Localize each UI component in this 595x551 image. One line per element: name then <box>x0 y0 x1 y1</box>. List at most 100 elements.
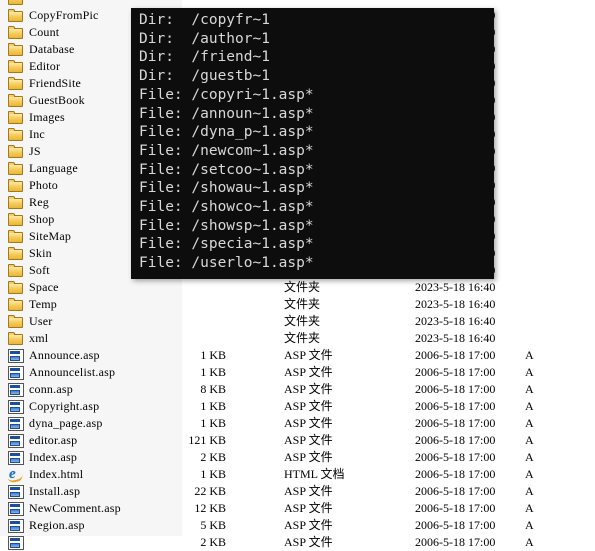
file-size-cell: 1 KB <box>200 348 226 362</box>
file-type-cell: ASP 文件 <box>284 348 333 362</box>
table-row[interactable]: xml 文件夹 2023-5-18 16:40 <box>0 330 595 347</box>
file-attribute-cell: A <box>525 518 534 532</box>
file-size-cell: 8 KB <box>200 382 226 396</box>
internet-explorer-icon <box>8 466 24 483</box>
file-size-cell: 5 KB <box>200 518 226 532</box>
table-row[interactable]: User 文件夹 2023-5-18 16:40 <box>0 313 595 330</box>
table-row[interactable]: editor.asp 121 KB ASP 文件 2006-5-18 17:00 A <box>0 432 595 449</box>
asp-file-icon <box>8 433 24 448</box>
file-size-cell: 1 KB <box>200 416 226 430</box>
folder-icon <box>8 25 24 40</box>
folder-icon <box>8 314 24 329</box>
file-name-label: Index.asp <box>29 450 78 464</box>
file-name-label: Region.asp <box>29 518 85 532</box>
console-overlay-window[interactable]: Dir: /copyfr~1 Dir: /author~1 Dir: /friend… <box>131 8 494 279</box>
file-attribute-cell: A <box>525 348 534 362</box>
file-attribute-cell: A <box>525 433 534 447</box>
console-line: Dir: /copyfr~1 <box>139 12 270 28</box>
table-row[interactable]: Space 文件夹 2023-5-18 16:40 <box>0 279 595 296</box>
file-size-cell: 12 KB <box>194 501 226 515</box>
file-name-label: Inc <box>29 127 45 141</box>
file-attribute-cell: A <box>525 535 534 549</box>
folder-icon <box>8 161 24 176</box>
file-size-cell: 2 KB <box>200 450 226 464</box>
table-row[interactable]: Copyright.asp 1 KB ASP 文件 2006-5-18 17:00 A <box>0 398 595 415</box>
file-date-cell: 2006-5-18 17:00 <box>415 365 496 379</box>
asp-file-icon <box>8 518 24 533</box>
asp-file-icon <box>8 399 24 414</box>
table-row[interactable]: Index.asp 2 KB ASP 文件 2006-5-18 17:00 A <box>0 449 595 466</box>
table-row[interactable]: dyna_page.asp 1 KB ASP 文件 2006-5-18 17:00 A <box>0 415 595 432</box>
file-name-cell[interactable] <box>8 0 182 7</box>
file-name-label: Photo <box>29 178 59 192</box>
table-row[interactable]: 2 KB ASP 文件 2006-5-18 17:00 A <box>0 534 595 551</box>
table-row[interactable]: conn.asp 8 KB ASP 文件 2006-5-18 17:00 A <box>0 381 595 398</box>
console-line: File: /setcoo~1.asp* <box>139 161 314 178</box>
table-row[interactable]: Announcelist.asp 1 KB ASP 文件 2006-5-18 17:0… <box>0 364 595 381</box>
folder-icon <box>8 0 24 6</box>
file-name-label: Copyright.asp <box>29 399 100 413</box>
asp-file-icon <box>8 382 24 397</box>
table-row[interactable] <box>0 0 595 7</box>
folder-icon <box>8 178 24 193</box>
file-type-cell: ASP 文件 <box>284 450 333 464</box>
console-line: Dir: /author~1 <box>139 30 270 47</box>
file-name-cell[interactable]: User <box>8 313 182 330</box>
table-row[interactable]: Region.asp 5 KB ASP 文件 2006-5-18 17:00 A <box>0 517 595 534</box>
file-name-label: Index.html <box>29 467 84 481</box>
file-date-cell: 2006-5-18 17:00 <box>415 484 496 498</box>
console-line: File: /specia~1.asp* <box>139 236 314 253</box>
folder-icon <box>8 331 24 346</box>
file-name-label: SiteMap <box>29 229 72 243</box>
file-name-label: NewComment.asp <box>29 501 121 515</box>
file-size-cell: 121 KB <box>188 433 226 447</box>
file-type-cell: 文件夹 <box>284 331 321 345</box>
file-date-cell: 2023-5-18 16:40 <box>415 314 496 328</box>
file-name-label: Language <box>29 161 78 175</box>
file-name-label: User <box>29 314 53 328</box>
file-type-cell: ASP 文件 <box>284 382 333 396</box>
file-attribute-cell: A <box>525 382 534 396</box>
file-size-cell: 22 KB <box>194 484 226 498</box>
file-type-cell: ASP 文件 <box>284 365 333 379</box>
table-row[interactable]: Temp 文件夹 2023-5-18 16:40 <box>0 296 595 313</box>
file-attribute-cell: A <box>525 484 534 498</box>
table-row[interactable]: NewComment.asp 12 KB ASP 文件 2006-5-18 17:00… <box>0 500 595 517</box>
file-name-cell[interactable]: Temp <box>8 296 182 313</box>
folder-icon <box>8 93 24 108</box>
folder-icon <box>8 127 24 142</box>
console-line: Dir: /guestb~1 <box>139 68 270 85</box>
console-line: File: /copyri~1.asp* <box>139 86 314 103</box>
file-type-cell: ASP 文件 <box>284 399 333 413</box>
file-type-cell: 文件夹 <box>284 314 321 328</box>
file-type-cell: ASP 文件 <box>284 501 333 515</box>
file-type-cell: 文件夹 <box>284 297 321 311</box>
asp-file-icon <box>8 365 24 380</box>
file-name-cell[interactable]: Space <box>8 279 182 296</box>
file-attribute-cell: A <box>525 416 534 430</box>
file-name-label: Soft <box>29 263 50 277</box>
folder-icon <box>8 280 24 295</box>
file-type-cell: ASP 文件 <box>284 535 333 549</box>
table-row[interactable]: Index.html 1 KB HTML 文档 2006-5-18 17:00 A <box>0 466 595 483</box>
console-line: File: /showsp~1.asp* <box>139 217 314 234</box>
file-date-cell: 2006-5-18 17:00 <box>415 416 496 430</box>
file-name-cell[interactable]: xml <box>8 330 182 347</box>
file-name-label: Images <box>29 110 65 124</box>
file-name-label: Skin <box>29 246 52 260</box>
file-size-cell: 2 KB <box>200 535 226 549</box>
file-name-label: editor.asp <box>29 433 78 447</box>
file-date-cell: 2023-5-18 16:40 <box>415 297 496 311</box>
asp-file-icon <box>8 501 24 516</box>
file-size-cell: 1 KB <box>200 365 226 379</box>
folder-icon <box>8 144 24 159</box>
folder-icon <box>8 229 24 244</box>
file-size-cell: 1 KB <box>200 399 226 413</box>
console-line: File: /userlo~1.asp* <box>139 255 314 272</box>
file-date-cell: 2006-5-18 17:00 <box>415 450 496 464</box>
file-name-label: Reg <box>29 195 49 209</box>
file-name-label: Count <box>29 25 60 39</box>
table-row[interactable]: Install.asp 22 KB ASP 文件 2006-5-18 17:00 A <box>0 483 595 500</box>
table-row[interactable]: Announce.asp 1 KB ASP 文件 2006-5-18 17:00 A <box>0 347 595 364</box>
console-line: Dir: /friend~1 <box>139 49 270 66</box>
